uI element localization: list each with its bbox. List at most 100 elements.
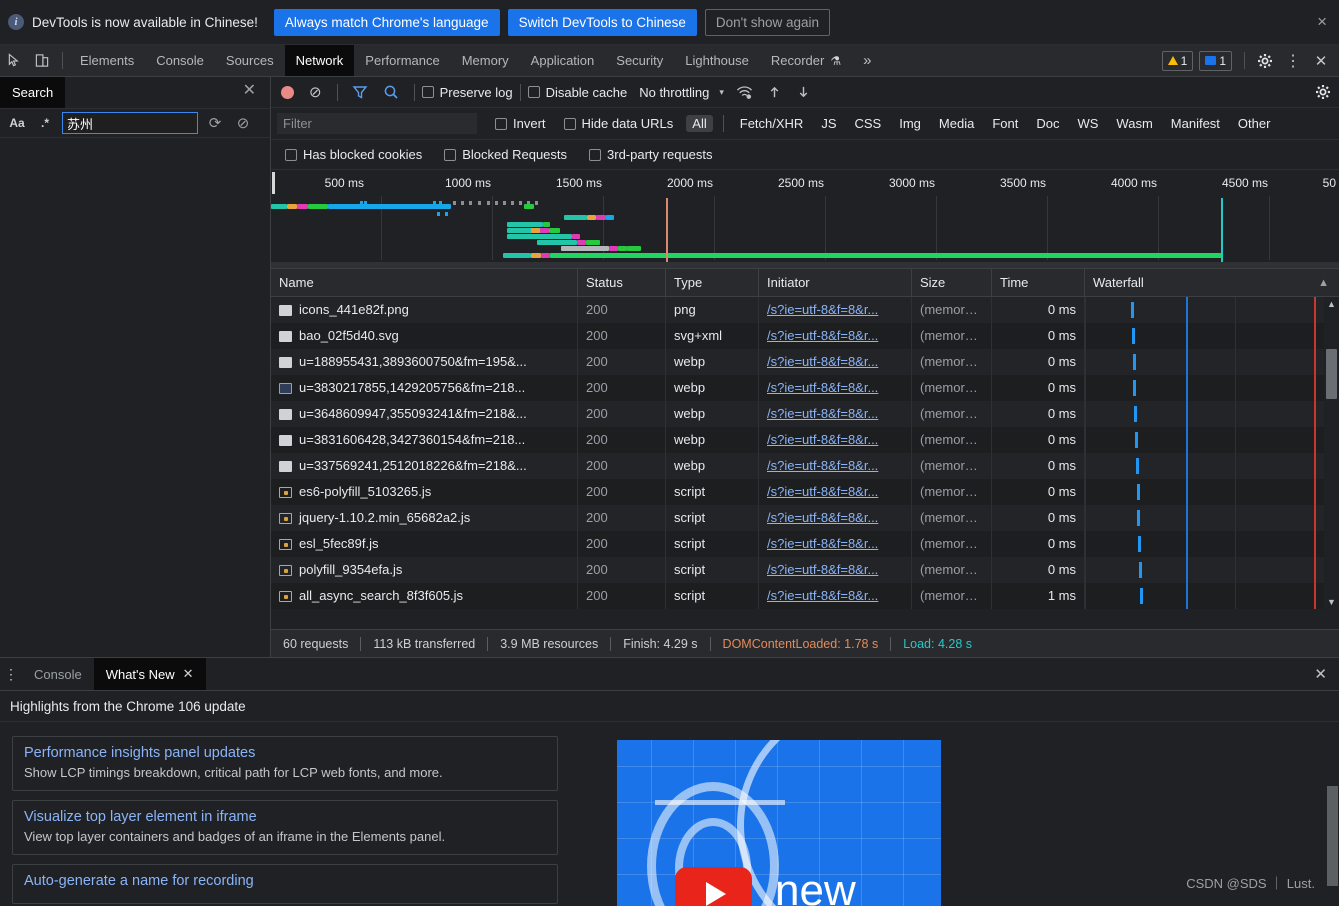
initiator-link[interactable]: /s?ie=utf-8&f=8&r... [767,536,878,551]
column-header-size[interactable]: Size [912,268,992,297]
filter-type-other[interactable]: Other [1232,115,1277,132]
initiator-link[interactable]: /s?ie=utf-8&f=8&r... [767,380,878,395]
match-case-icon[interactable]: Aa [6,116,28,130]
card-title[interactable]: Performance insights panel updates [24,745,546,761]
more-tabs-icon[interactable]: » [852,45,882,76]
close-banner-icon[interactable]: × [1317,13,1327,30]
column-header-waterfall[interactable]: Waterfall ▲ [1085,269,1339,297]
drawer-tab-whats-new[interactable]: What's New ✕ [93,658,206,690]
throttling-select[interactable]: No throttling [639,85,709,100]
search-input[interactable] [62,112,198,134]
tab-elements[interactable]: Elements [69,45,145,76]
cell-name[interactable]: u=3648609947,355093241&fm=218&... [271,401,578,427]
chevron-down-icon[interactable]: ▾ [719,87,724,98]
toggle-device-toolbar-icon[interactable] [28,45,56,76]
column-header-name[interactable]: Name [271,268,578,297]
cell-name[interactable]: u=3831606428,3427360154&fm=218... [271,427,578,453]
refresh-search-icon[interactable]: ⟳ [204,114,226,132]
table-row[interactable]: u=337569241,2512018226&fm=218&... 200 webp… [271,453,1339,479]
close-devtools-icon[interactable]: ✕ [1307,52,1335,70]
table-row[interactable]: u=3648609947,355093241&fm=218&... 200 webp… [271,401,1339,427]
cell-initiator[interactable]: /s?ie=utf-8&f=8&r... [759,479,912,505]
search-tab[interactable]: Search [0,77,66,108]
whats-new-card[interactable]: Auto-generate a name for recording [12,864,558,904]
cell-initiator[interactable]: /s?ie=utf-8&f=8&r... [759,323,912,349]
always-match-language-button[interactable]: Always match Chrome's language [273,8,500,36]
play-video-button[interactable] [675,867,752,906]
hide-data-urls-checkbox[interactable]: Hide data URLs [563,116,673,131]
initiator-link[interactable]: /s?ie=utf-8&f=8&r... [767,432,878,447]
switch-devtools-language-button[interactable]: Switch DevTools to Chinese [507,8,697,36]
clear-search-icon[interactable]: ⊘ [232,114,254,132]
requests-table-scrollbar[interactable]: ▲ ▼ [1324,297,1339,609]
table-row[interactable]: polyfill_9354efa.js 200 script/s?ie=utf-8&… [271,557,1339,583]
initiator-link[interactable]: /s?ie=utf-8&f=8&r... [767,510,878,525]
invert-checkbox[interactable]: Invert [495,116,546,131]
table-row[interactable]: u=3831606428,3427360154&fm=218... 200 webp… [271,427,1339,453]
overview-scrollbar[interactable] [271,262,1339,268]
table-row[interactable]: jquery-1.10.2.min_65682a2.js 200 script/s?… [271,505,1339,531]
has-blocked-cookies-checkbox[interactable]: Has blocked cookies [285,147,422,162]
table-row[interactable]: all_async_search_8f3f605.js 200 script/s?i… [271,583,1339,609]
tab-application[interactable]: Application [520,45,606,76]
preserve-log-checkbox[interactable]: Preserve log [421,85,513,100]
filter-type-media[interactable]: Media [933,115,980,132]
scroll-up-arrow-icon[interactable]: ▲ [1324,297,1339,311]
whats-new-card[interactable]: Performance insights panel updates Show … [12,736,558,791]
drawer-scrollbar-thumb[interactable] [1327,786,1338,886]
initiator-link[interactable]: /s?ie=utf-8&f=8&r... [767,588,878,603]
drawer-scrollbar[interactable]: ▼ [1326,786,1339,906]
cell-initiator[interactable]: /s?ie=utf-8&f=8&r... [759,375,912,401]
filter-type-css[interactable]: CSS [849,115,888,132]
initiator-link[interactable]: /s?ie=utf-8&f=8&r... [767,484,878,499]
network-overview-timeline[interactable]: 500 ms 1000 ms 1500 ms 2000 ms 2500 ms 3… [271,170,1339,269]
initiator-link[interactable]: /s?ie=utf-8&f=8&r... [767,406,878,421]
cell-name[interactable]: es6-polyfill_5103265.js [271,479,578,505]
settings-gear-icon[interactable] [1251,53,1279,69]
column-header-initiator[interactable]: Initiator [759,268,912,297]
cell-name[interactable]: all_async_search_8f3f605.js [271,583,578,609]
whats-new-card[interactable]: Visualize top layer element in iframe Vi… [12,800,558,855]
initiator-link[interactable]: /s?ie=utf-8&f=8&r... [767,458,878,473]
filter-type-manifest[interactable]: Manifest [1165,115,1226,132]
tab-lighthouse[interactable]: Lighthouse [674,45,760,76]
tab-memory[interactable]: Memory [451,45,520,76]
tab-console[interactable]: Console [145,45,215,76]
cell-initiator[interactable]: /s?ie=utf-8&f=8&r... [759,531,912,557]
cell-name[interactable]: u=188955431,3893600750&fm=195&... [271,349,578,375]
tab-sources[interactable]: Sources [215,45,285,76]
blocked-requests-checkbox[interactable]: Blocked Requests [444,147,567,162]
close-drawer-icon[interactable]: ✕ [1314,667,1327,682]
inspect-element-icon[interactable] [0,45,28,76]
dont-show-again-button[interactable]: Don't show again [704,8,831,36]
disable-cache-checkbox[interactable]: Disable cache [527,85,627,100]
initiator-link[interactable]: /s?ie=utf-8&f=8&r... [767,562,878,577]
filter-type-font[interactable]: Font [986,115,1024,132]
sort-ascending-icon[interactable]: ▲ [1318,269,1329,297]
requests-table-body[interactable]: icons_441e82f.png 200 png/s?ie=utf-8&f=8&r… [271,297,1339,609]
warning-count-badge[interactable]: 1 [1161,50,1194,71]
cell-name[interactable]: jquery-1.10.2.min_65682a2.js [271,505,578,531]
network-settings-gear-icon[interactable] [1315,84,1331,100]
scroll-down-arrow-icon[interactable]: ▼ [1324,595,1339,609]
network-conditions-icon[interactable] [736,85,753,100]
cell-initiator[interactable]: /s?ie=utf-8&f=8&r... [759,557,912,583]
filter-type-fetch-xhr[interactable]: Fetch/XHR [734,115,810,132]
initiator-link[interactable]: /s?ie=utf-8&f=8&r... [767,302,878,317]
tab-performance[interactable]: Performance [354,45,450,76]
initiator-link[interactable]: /s?ie=utf-8&f=8&r... [767,354,878,369]
close-search-pane-icon[interactable]: ✕ [243,83,256,99]
scrollbar-thumb[interactable] [1326,349,1337,399]
table-row[interactable]: u=3830217855,1429205756&fm=218... 200 webp… [271,375,1339,401]
cell-initiator[interactable]: /s?ie=utf-8&f=8&r... [759,349,912,375]
cell-initiator[interactable]: /s?ie=utf-8&f=8&r... [759,453,912,479]
cell-name[interactable]: u=3830217855,1429205756&fm=218... [271,375,578,401]
filter-type-doc[interactable]: Doc [1030,115,1065,132]
tab-network[interactable]: Network [284,45,355,76]
whats-new-video-thumbnail[interactable]: new [617,740,941,906]
cell-name[interactable]: u=337569241,2512018226&fm=218&... [271,453,578,479]
cell-initiator[interactable]: /s?ie=utf-8&f=8&r... [759,583,912,609]
drawer-tab-console[interactable]: Console [22,658,94,690]
customize-devtools-kebab-icon[interactable]: ⋮ [1279,51,1307,71]
cell-initiator[interactable]: /s?ie=utf-8&f=8&r... [759,427,912,453]
